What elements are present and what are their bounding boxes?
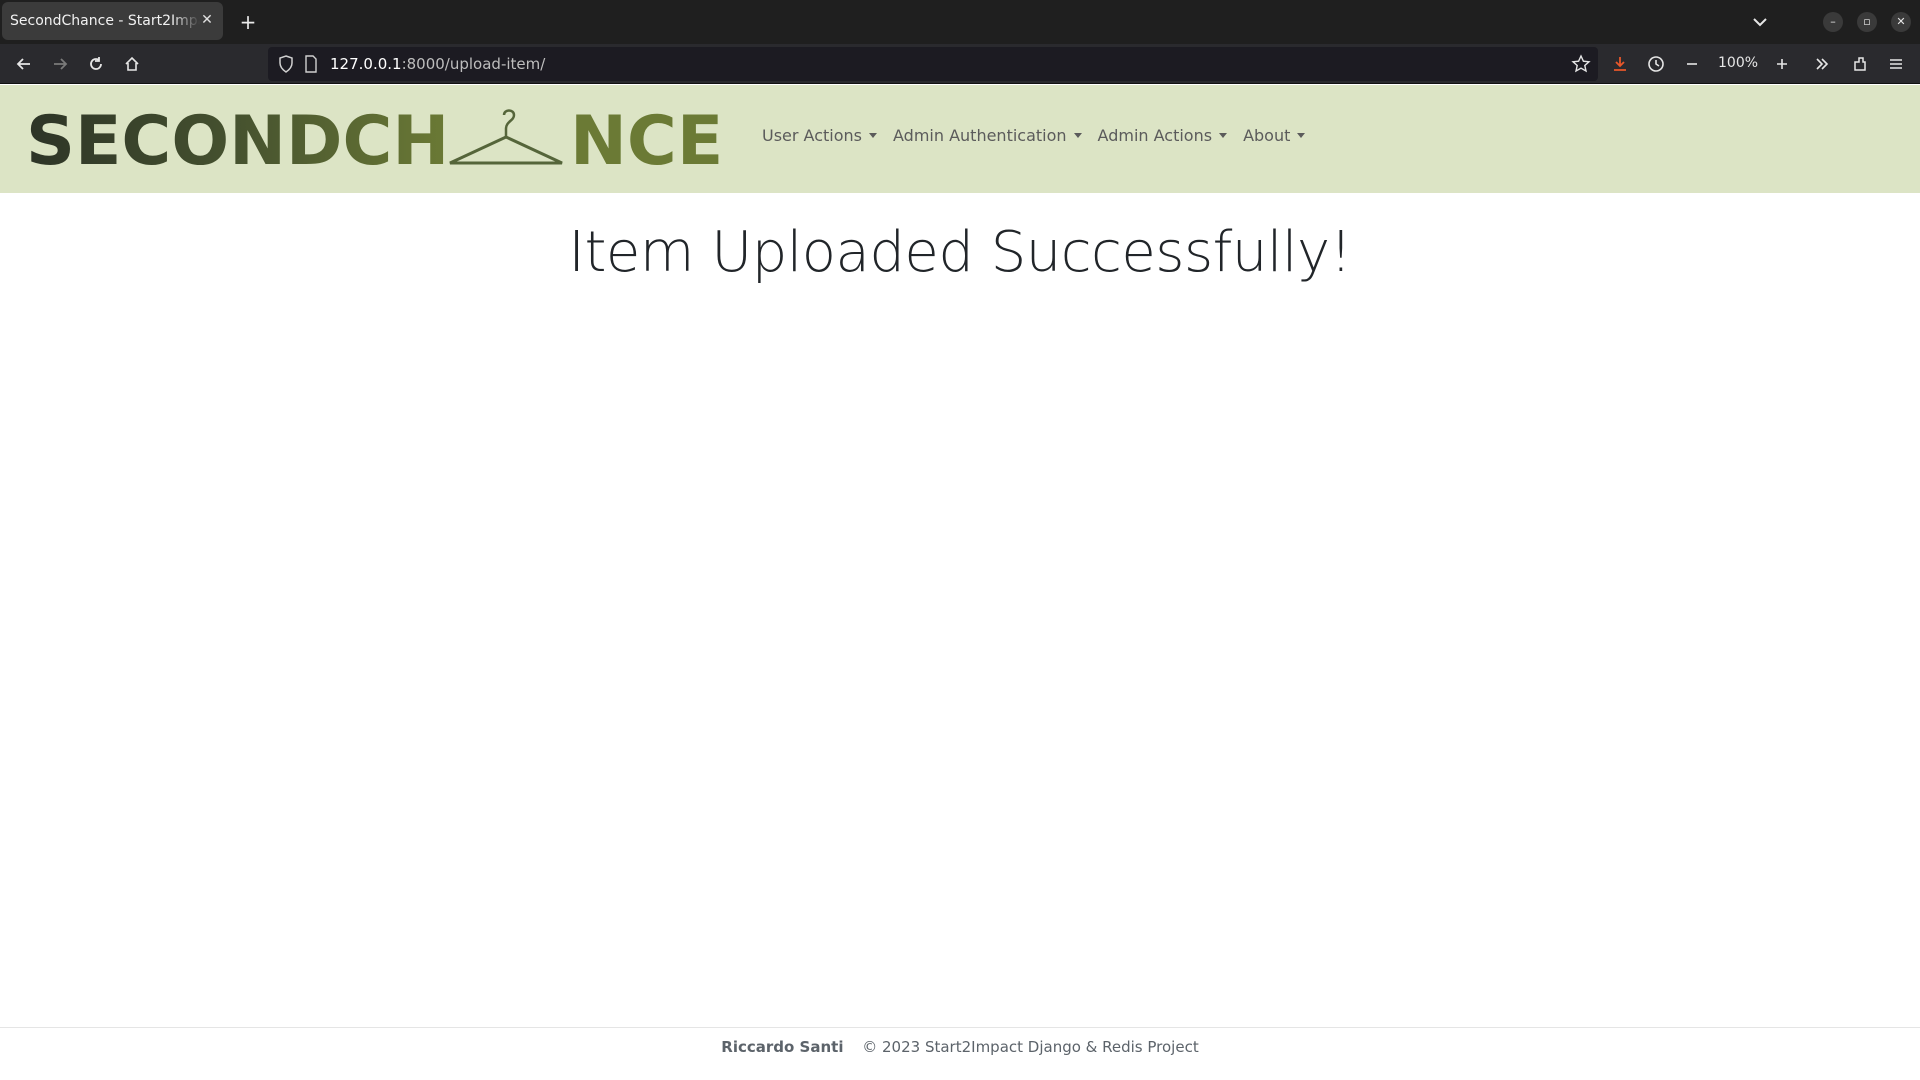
zoom-in-icon[interactable] <box>1768 50 1796 78</box>
page-title: Item Uploaded Successfully! <box>568 220 1352 285</box>
page-icon <box>304 55 318 77</box>
tab-title: SecondChance - Start2Impact <box>10 13 200 29</box>
url-bar[interactable]: 127.0.0.1:8000/upload-item/ <box>268 47 1598 81</box>
secondchance-logo[interactable]: SECONDCH NCE <box>26 102 726 181</box>
new-tab-button[interactable]: + <box>236 10 260 34</box>
nav-about[interactable]: About <box>1243 126 1306 145</box>
nav-label: User Actions <box>762 126 862 145</box>
nav-menu: User Actions Admin Authentication Admin … <box>762 126 1321 145</box>
tab-close-icon[interactable]: ✕ <box>199 12 215 28</box>
url-host: 127.0.0.1 <box>330 55 402 73</box>
footer: Riccardo Santi © 2023 Start2Impact Djang… <box>0 1038 1920 1056</box>
nav-user-actions[interactable]: User Actions <box>762 126 877 145</box>
forward-arrow-icon[interactable] <box>46 50 74 78</box>
restore-button[interactable]: ▫ <box>1857 12 1877 32</box>
caret-down-icon <box>1297 133 1306 138</box>
brand-right-text: NCE <box>570 107 723 177</box>
overflow-chevrons-icon[interactable] <box>1808 50 1836 78</box>
bookmark-star-icon[interactable] <box>1571 54 1591 78</box>
close-window-button[interactable]: ✕ <box>1891 12 1911 32</box>
browser-toolbar: 127.0.0.1:8000/upload-item/ 100% <box>0 44 1920 84</box>
site-navbar: SECONDCH NCE User Actions Admin Authenti… <box>0 85 1920 193</box>
zoom-level[interactable]: 100% <box>1718 55 1758 71</box>
extensions-icon[interactable] <box>1846 50 1874 78</box>
reload-icon[interactable] <box>82 50 110 78</box>
home-icon[interactable] <box>118 50 146 78</box>
download-icon[interactable] <box>1606 50 1634 78</box>
browser-tab-bar: SecondChance - Start2Impact ✕ + – ▫ ✕ <box>0 0 1920 44</box>
caret-down-icon <box>1219 133 1228 138</box>
footer-author: Riccardo Santi <box>721 1038 844 1056</box>
footer-copyright: © 2023 Start2Impact Django & Redis Proje… <box>862 1038 1199 1056</box>
zoom-out-icon[interactable] <box>1678 50 1706 78</box>
back-arrow-icon[interactable] <box>10 50 38 78</box>
nav-label: Admin Actions <box>1097 126 1213 145</box>
tab-list-chevron-icon[interactable] <box>1748 10 1772 34</box>
browser-tab[interactable]: SecondChance - Start2Impact ✕ <box>2 2 223 40</box>
nav-admin-actions[interactable]: Admin Actions <box>1098 126 1228 145</box>
nav-label: About <box>1243 126 1291 145</box>
caret-down-icon <box>1073 133 1082 138</box>
url-path: :8000/upload-item/ <box>401 55 546 73</box>
brand-left-text: SECONDCH <box>26 107 449 177</box>
minimize-button[interactable]: – <box>1823 12 1843 32</box>
shield-icon[interactable] <box>278 55 294 77</box>
footer-divider <box>0 1027 1920 1028</box>
menu-hamburger-icon[interactable] <box>1882 50 1910 78</box>
nav-admin-authentication[interactable]: Admin Authentication <box>893 126 1082 145</box>
history-clock-icon[interactable] <box>1642 50 1670 78</box>
hanger-icon <box>449 109 563 165</box>
caret-down-icon <box>869 133 877 138</box>
nav-label: Admin Authentication <box>893 126 1067 145</box>
url-text[interactable]: 127.0.0.1:8000/upload-item/ <box>330 55 545 73</box>
